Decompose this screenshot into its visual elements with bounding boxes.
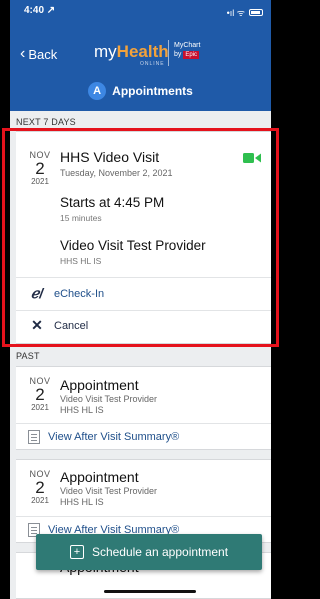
mychart-logo: MyChart by Epic bbox=[174, 42, 201, 59]
date-badge: NOV 2 2021 bbox=[29, 376, 51, 412]
department: HHS HL IS bbox=[60, 405, 104, 415]
appointment-date: Tuesday, November 2, 2021 bbox=[60, 168, 173, 178]
close-icon: ✕ bbox=[31, 317, 43, 333]
myhealth-logo: my Health bbox=[94, 42, 169, 61]
past-appointment-card[interactable]: NOV 2 2021 Appointment Video Visit Test … bbox=[16, 459, 271, 543]
provider-name: Video Visit Test Provider bbox=[60, 486, 158, 496]
appointments-title: Appointments bbox=[112, 84, 193, 98]
past-appointment-card[interactable]: NOV 2 2021 Appointment Video Visit Test … bbox=[16, 366, 271, 450]
department: HHS HL IS bbox=[60, 256, 102, 266]
calendar-add-icon bbox=[69, 545, 84, 559]
back-button[interactable]: ‹ Back bbox=[20, 46, 57, 62]
start-time: Starts at 4:45 PM bbox=[60, 195, 165, 210]
status-time: 4:40 ↗ bbox=[24, 5, 56, 16]
divider bbox=[16, 516, 271, 517]
video-camera-icon bbox=[243, 153, 261, 163]
logo-divider bbox=[168, 40, 169, 66]
appointment-title: Appointment bbox=[60, 377, 139, 393]
divider bbox=[16, 310, 271, 311]
view-avs-link[interactable]: View After Visit Summary® bbox=[28, 430, 179, 444]
signal-wifi-icon: •ıl ᯤ bbox=[226, 8, 245, 18]
status-icons: •ıl ᯤ bbox=[227, 6, 263, 19]
appointments-heading: A Appointments bbox=[10, 82, 271, 100]
home-indicator bbox=[104, 590, 196, 593]
past-label: PAST bbox=[16, 351, 40, 361]
app-header: 4:40 ↗ •ıl ᯤ ‹ Back my Health ONLINE MyCh… bbox=[10, 0, 271, 111]
divider bbox=[16, 423, 271, 424]
signature-icon: ℯ/ bbox=[30, 285, 44, 301]
battery-icon bbox=[249, 9, 263, 16]
department: HHS HL IS bbox=[60, 497, 104, 507]
cancel-button[interactable]: ✕ Cancel bbox=[28, 317, 88, 334]
date-badge: NOV 2 2021 bbox=[29, 469, 51, 505]
epic-logo: Epic bbox=[183, 51, 200, 59]
back-label: Back bbox=[28, 46, 58, 62]
next-7-days-label: NEXT 7 DAYS bbox=[16, 117, 76, 127]
provider-name: Video Visit Test Provider bbox=[60, 238, 206, 253]
date-badge: NOV 2 2021 bbox=[29, 150, 51, 186]
chevron-left-icon: ‹ bbox=[20, 45, 26, 62]
schedule-appointment-button[interactable]: Schedule an appointment bbox=[36, 534, 262, 570]
duration: 15 minutes bbox=[60, 213, 102, 223]
appointment-title: Appointment bbox=[60, 469, 139, 485]
appointment-title: HHS Video Visit bbox=[60, 149, 160, 165]
document-icon bbox=[28, 430, 40, 444]
upcoming-appointment-card[interactable]: NOV 2 2021 HHS Video Visit Tuesday, Nove… bbox=[16, 131, 271, 344]
echeckin-button[interactable]: ℯ/ eCheck-In bbox=[28, 285, 104, 302]
phone-screen: 4:40 ↗ •ıl ᯤ ‹ Back my Health ONLINE MyCh… bbox=[10, 0, 271, 599]
provider-name: Video Visit Test Provider bbox=[60, 394, 158, 404]
logo-online-text: ONLINE bbox=[140, 61, 165, 67]
appointments-icon: A bbox=[88, 82, 107, 100]
divider bbox=[16, 277, 271, 278]
